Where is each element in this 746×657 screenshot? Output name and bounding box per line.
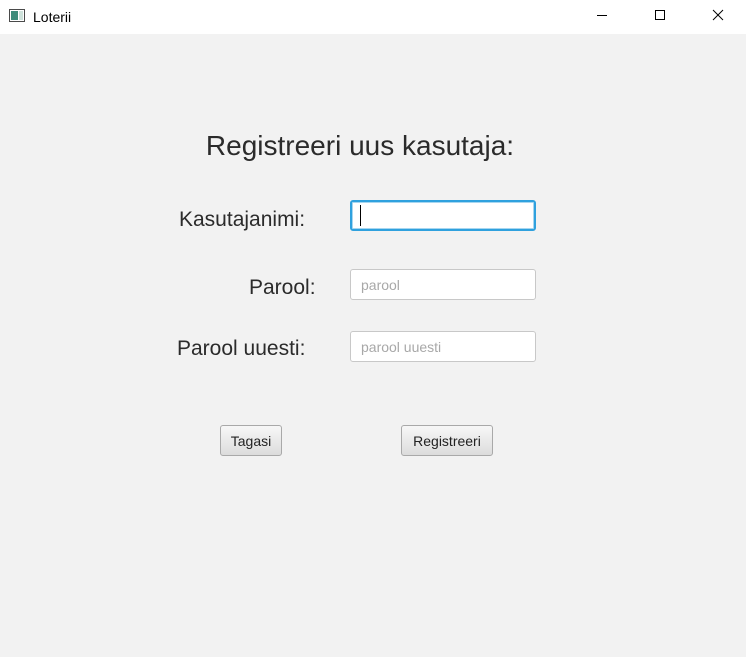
username-label: Kasutajanimi: — [179, 208, 306, 231]
username-field[interactable] — [350, 200, 536, 231]
close-icon — [712, 8, 724, 26]
app-window: Loterii Registreeri uus kasutaja: Kasuta… — [0, 0, 746, 657]
password-repeat-field[interactable] — [350, 331, 536, 362]
window-title: Loterii — [33, 9, 72, 25]
maximize-icon — [654, 8, 666, 26]
title-bar[interactable]: Loterii — [0, 0, 746, 34]
app-window-icon — [9, 9, 25, 22]
maximize-button[interactable] — [631, 0, 689, 34]
register-button[interactable]: Registreeri — [401, 425, 493, 456]
close-button[interactable] — [689, 0, 746, 34]
password-label: Parool: — [249, 276, 316, 299]
password-field[interactable] — [350, 269, 536, 300]
back-button[interactable]: Tagasi — [220, 425, 282, 456]
text-caret — [360, 205, 361, 226]
page-title: Registreeri uus kasutaja: — [205, 130, 515, 161]
minimize-button[interactable] — [573, 0, 631, 34]
password-repeat-label: Parool uuesti: — [177, 337, 306, 360]
minimize-icon — [596, 8, 608, 26]
